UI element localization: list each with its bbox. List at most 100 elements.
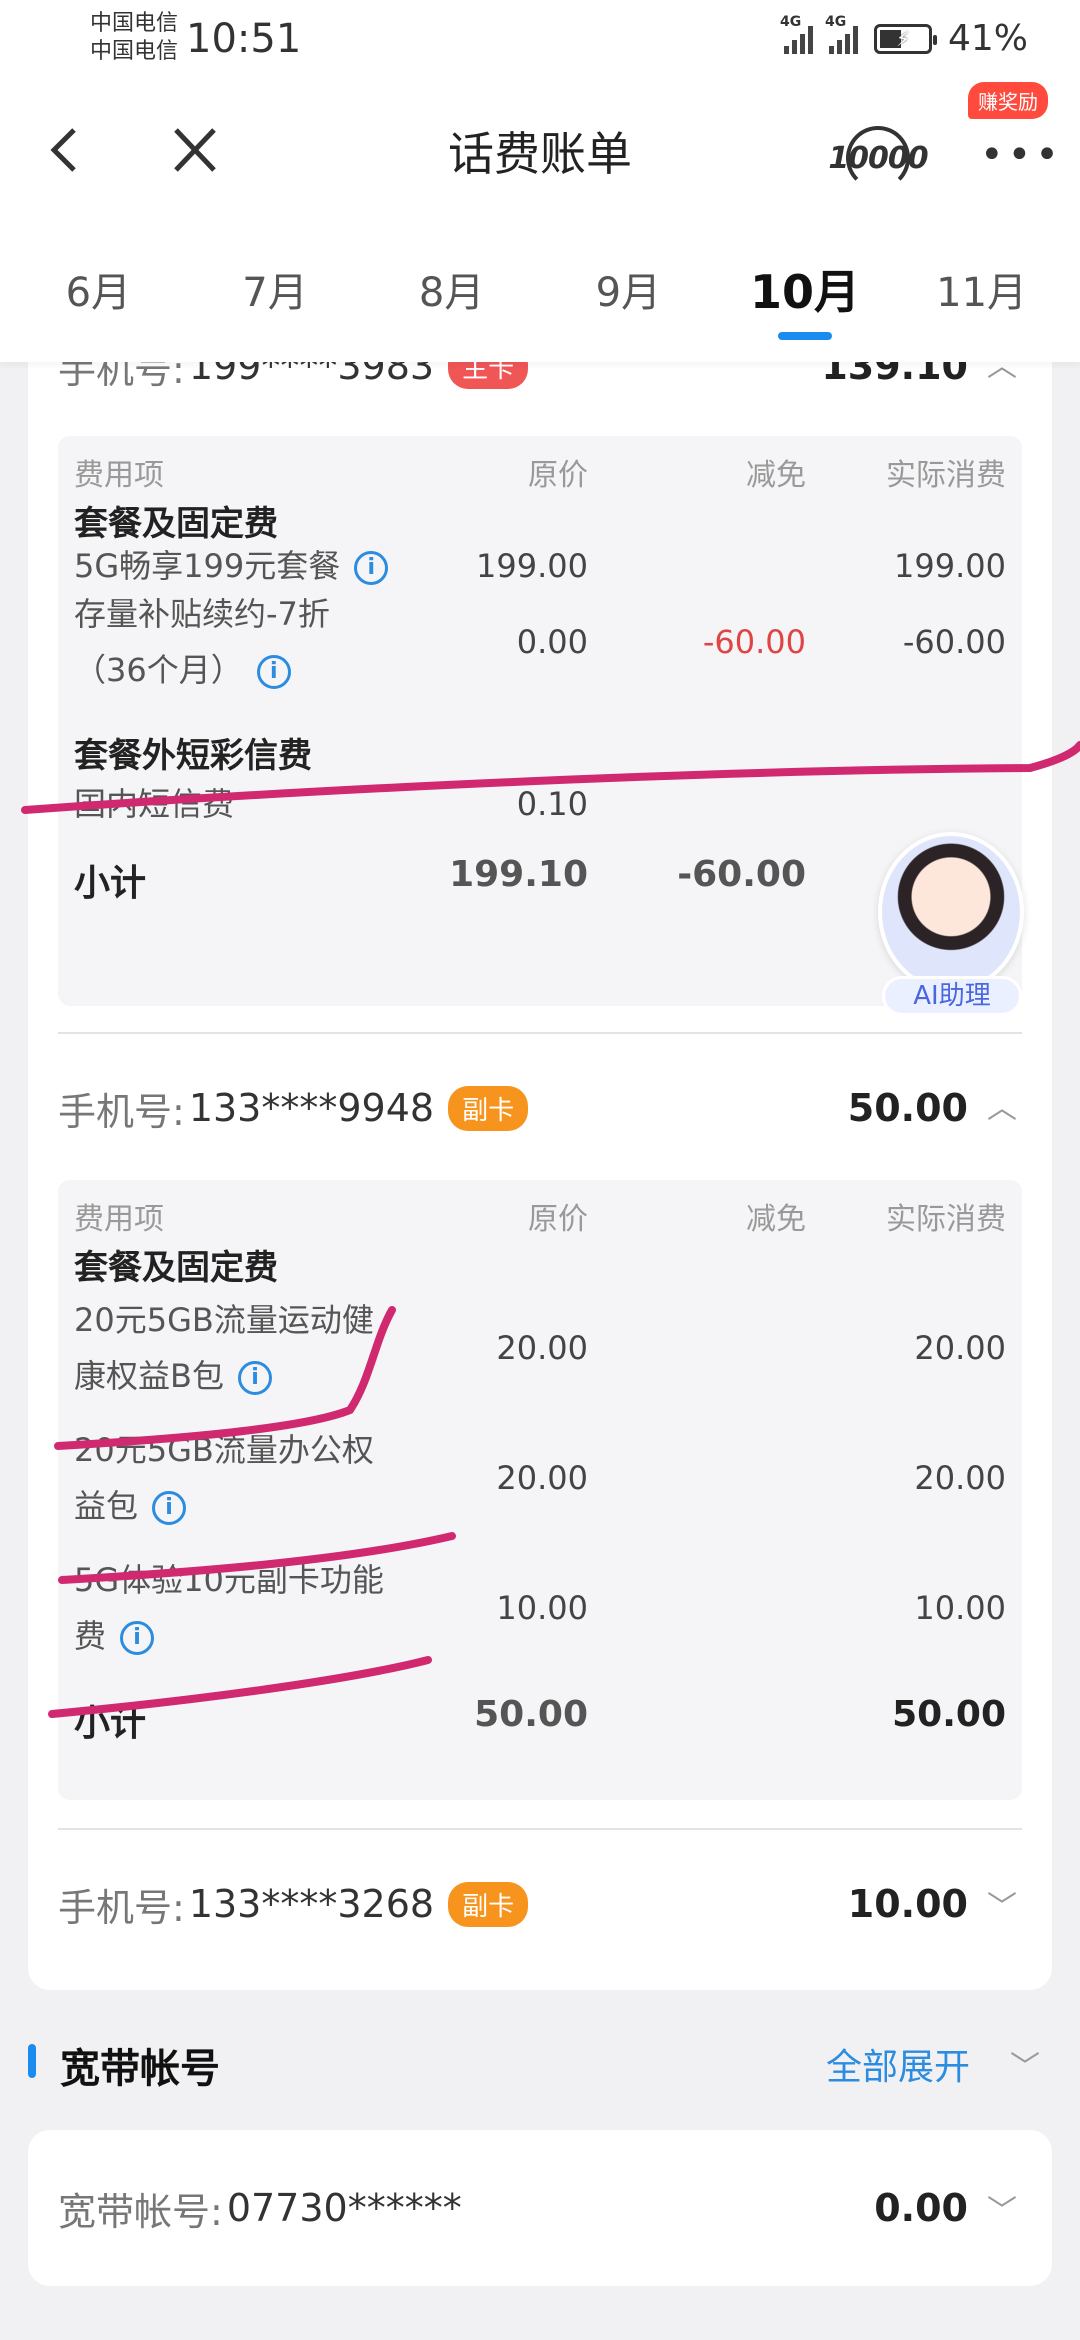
item-name: 存量补贴续约-7折 （36个月） i [74, 586, 330, 698]
more-button[interactable]: ••• [980, 132, 1063, 178]
tab-october[interactable]: 10月 [730, 220, 880, 362]
status-bar: 中国电信 中国电信 10:51 4G 4G ⚡ 41% [0, 0, 1080, 80]
section-title-text: 套餐及固定费 [74, 1248, 278, 1288]
signal-icon: 4G [825, 14, 858, 54]
item-name-line1: 20元5GB流量办公权 [74, 1431, 374, 1469]
item-actual: 20.00 [914, 1329, 1006, 1367]
item-original: 20.00 [496, 1329, 588, 1367]
item-name-line2-wrap: 康权益B包 i [74, 1348, 374, 1404]
ai-assistant-label: AI助理 [882, 976, 1022, 1016]
header-original: 原价 [528, 458, 588, 493]
phone-amount: 50.00 [847, 1086, 968, 1130]
subtotal-discount: -60.00 [677, 854, 806, 895]
network-type-1: 4G [779, 13, 802, 30]
header-item: 费用项 [74, 458, 164, 493]
item-name: 20元5GB流量办公权 益包 i [74, 1422, 374, 1534]
secondary-card-tag: 副卡 [448, 1085, 529, 1131]
phone-label: 手机号: [58, 1089, 185, 1134]
item-discount: -60.00 [702, 623, 806, 661]
chevron-down-icon[interactable]: ﹀ [982, 2188, 1022, 2229]
tab-august[interactable]: 8月 [377, 220, 527, 362]
carrier-2: 中国电信 [90, 39, 179, 64]
item-name-text: 5G畅享199元套餐 [74, 547, 341, 585]
broadband-section-header: 宽带帐号 全部展开 ﹀ [0, 2022, 1080, 2102]
item-name-line2: 费 [74, 1617, 107, 1655]
nav-bar: 话费账单 10000 ••• 赚奖励 [0, 80, 1080, 220]
tab-september[interactable]: 9月 [553, 220, 703, 362]
month-tabs: 6月 7月 8月 9月 10月 11月 [0, 220, 1080, 362]
subtotal-actual: 50.00 [892, 1694, 1006, 1735]
signal-icon: 4G [780, 14, 813, 54]
assistant-avatar [878, 832, 1024, 992]
chevron-down-icon[interactable]: ﹀ [982, 1884, 1022, 1925]
header-actual: 实际消费 [886, 458, 1006, 493]
phone-line-header[interactable]: 手机号: 133****9948 副卡 50.00 ﹀ [58, 1078, 1022, 1138]
status-icons: 4G 4G ⚡ 41% [780, 14, 1028, 60]
header-discount: 减免 [746, 1202, 806, 1237]
item-name-line1: 20元5GB流量运动健 [74, 1301, 374, 1339]
chevron-up-icon[interactable]: ﹀ [982, 1087, 1022, 1128]
tab-november[interactable]: 11月 [907, 220, 1057, 362]
section-accent-bar [28, 2044, 36, 2078]
item-original: 20.00 [496, 1459, 588, 1497]
secondary-card-tag: 副卡 [448, 1881, 529, 1927]
chevron-down-icon[interactable]: ﹀ [1010, 2042, 1040, 2086]
item-name: 20元5GB流量运动健 康权益B包 i [74, 1292, 374, 1404]
item-actual: -60.00 [902, 623, 1006, 661]
item-name-line2: （36个月） [74, 651, 243, 689]
item-original: 0.10 [516, 785, 588, 823]
tab-june[interactable]: 6月 [23, 220, 173, 362]
item-original: 10.00 [496, 1589, 588, 1627]
header-discount: 减免 [746, 458, 806, 493]
header-actual: 实际消费 [886, 1202, 1006, 1237]
item-actual: 10.00 [914, 1589, 1006, 1627]
network-type-2: 4G [824, 13, 847, 30]
mobile-bill-card: 手机号: 199****3983 主卡 139.10 ﹀ 费用项 原价 减免 实… [28, 300, 1052, 1990]
account-amount: 0.00 [874, 2186, 968, 2230]
info-icon[interactable]: i [354, 551, 389, 585]
broadband-account-row[interactable]: 宽带帐号: 07730****** 0.00 ﹀ [58, 2178, 1022, 2238]
broadband-card: 宽带帐号: 07730****** 0.00 ﹀ [28, 2130, 1052, 2286]
carrier-1: 中国电信 [90, 11, 179, 36]
battery-icon: ⚡ [873, 23, 937, 54]
item-name-line1: 存量补贴续约-7折 [74, 595, 330, 633]
info-icon[interactable]: i [256, 655, 291, 689]
phone-number: 133****3268 [188, 1882, 435, 1926]
subtotal-label: 小计 [74, 1703, 147, 1744]
item-original: 199.00 [476, 547, 588, 585]
item-actual: 199.00 [894, 547, 1006, 585]
divider [58, 1032, 1022, 1034]
header-item: 费用项 [74, 1202, 164, 1237]
battery-percent: 41% [947, 18, 1028, 59]
phone-label: 手机号: [58, 1885, 185, 1930]
tab-july[interactable]: 7月 [200, 220, 350, 362]
item-name-line2: 益包 [74, 1487, 139, 1525]
info-icon[interactable]: i [152, 1491, 187, 1525]
section-title-text: 套餐外短彩信费 [74, 736, 312, 776]
item-name-line2-wrap: 费i [74, 1608, 384, 1664]
account-number: 07730****** [226, 2186, 462, 2230]
item-actual: 20.00 [914, 1459, 1006, 1497]
header-original: 原价 [528, 1202, 588, 1237]
clock: 10:51 [186, 16, 302, 62]
expand-all-button[interactable]: 全部展开 [826, 2038, 970, 2090]
info-icon[interactable]: i [120, 1621, 155, 1655]
item-name-line2: 康权益B包 [74, 1357, 224, 1395]
reward-badge[interactable]: 赚奖励 [968, 82, 1048, 119]
subtotal-original: 199.10 [449, 854, 588, 895]
phone-amount: 10.00 [847, 1882, 968, 1926]
carrier-info: 中国电信 中国电信 [90, 10, 178, 66]
subtotal-label: 小计 [74, 863, 147, 904]
item-name-line2-wrap: 益包 i [74, 1478, 374, 1534]
service-icon-label: 10000 [828, 140, 928, 176]
phone-line-header[interactable]: 手机号: 133****3268 副卡 10.00 ﹀ [58, 1874, 1022, 1934]
customer-service-button[interactable]: 10000 [828, 118, 929, 198]
item-name-line2-wrap: （36个月） i [74, 642, 330, 698]
bill-detail-table: 费用项 原价 减免 实际消费 套餐及固定费 20元5GB流量运动健 康权益B包 i… [58, 1180, 1022, 1800]
info-icon[interactable]: i [237, 1361, 272, 1395]
broadband-section-title: 宽带帐号 [60, 2046, 220, 2092]
divider [58, 1828, 1022, 1830]
ai-assistant-button[interactable]: AI助理 [872, 832, 1032, 1022]
item-name: 国内短信费 [74, 785, 235, 823]
item-original: 0.00 [516, 623, 588, 661]
